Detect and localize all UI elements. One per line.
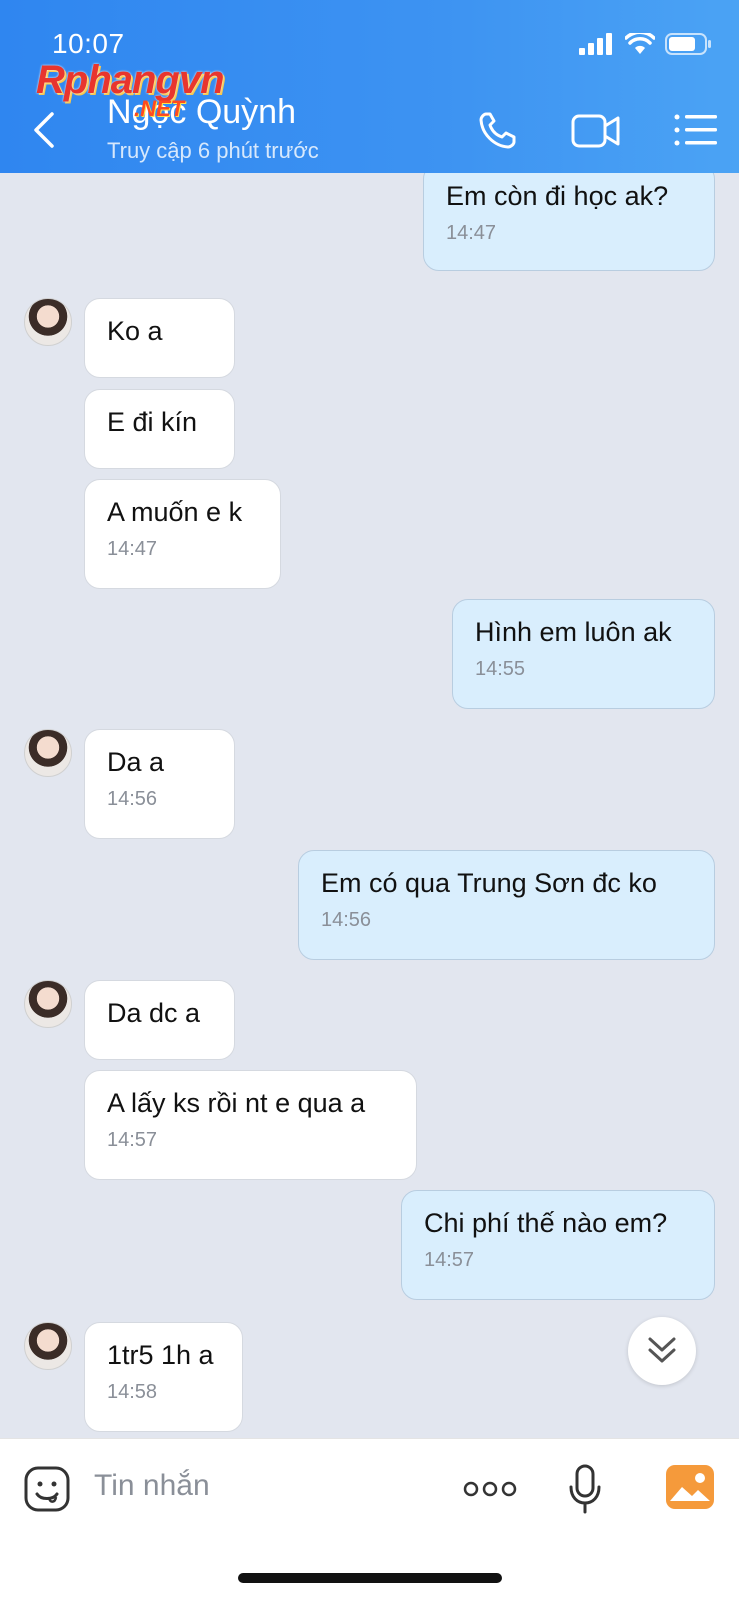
watermark-logo: Rphangvn <box>36 58 225 102</box>
message-text: A muốn e k <box>107 497 243 527</box>
message-text: Chi phí thế nào em? <box>424 1208 668 1238</box>
photo-gallery-icon[interactable] <box>664 1463 716 1511</box>
message-bubble-incoming[interactable]: E đi kín <box>84 389 235 469</box>
menu-list-icon[interactable] <box>672 108 720 152</box>
message-time: 14:55 <box>475 658 526 680</box>
chat-header: 10:07 Ngọc Quỳnh Truy cập 6 phút trước R… <box>0 0 739 173</box>
cellular-signal-icon <box>579 33 612 55</box>
contact-avatar[interactable] <box>24 980 72 1028</box>
message-text: Da dc a <box>107 998 201 1028</box>
battery-icon <box>665 33 711 55</box>
message-bubble-incoming[interactable]: Da a 14:56 <box>84 729 235 839</box>
message-bubble-incoming[interactable]: Da dc a <box>84 980 235 1060</box>
watermark-logo-suffix: .NET <box>134 96 185 121</box>
message-time: 14:57 <box>424 1249 475 1271</box>
message-bubble-outgoing[interactable]: Em có qua Trung Sơn đc ko 14:56 <box>298 850 715 960</box>
message-bubble-incoming[interactable]: A lấy ks rồi nt e qua a 14:57 <box>84 1070 417 1180</box>
message-text: Da a <box>107 747 165 777</box>
message-bubble-incoming[interactable]: 1tr5 1h a 14:58 <box>84 1322 243 1432</box>
message-time: 14:56 <box>107 788 158 810</box>
status-icons <box>579 32 713 56</box>
microphone-icon[interactable] <box>567 1463 603 1515</box>
scroll-to-bottom-button[interactable] <box>628 1317 696 1385</box>
double-chevron-down-icon <box>648 1337 676 1363</box>
message-time: 14:47 <box>446 222 497 244</box>
more-options-icon[interactable] <box>462 1477 518 1501</box>
message-time: 14:47 <box>107 538 158 560</box>
message-text: Ko a <box>107 316 163 346</box>
message-time: 14:58 <box>107 1381 158 1403</box>
message-text: E đi kín <box>107 407 198 437</box>
emoji-sticker-icon[interactable] <box>23 1465 71 1513</box>
phone-call-icon[interactable] <box>474 108 522 152</box>
video-call-icon[interactable] <box>570 108 622 152</box>
contact-avatar[interactable] <box>24 1322 72 1370</box>
message-bubble-outgoing[interactable]: Hình em luôn ak 14:55 <box>452 599 715 709</box>
contact-avatar[interactable] <box>24 729 72 777</box>
message-bubble-outgoing[interactable]: Chi phí thế nào em? 14:57 <box>401 1190 715 1300</box>
message-text: Hình em luôn ak <box>475 617 672 647</box>
status-time: 10:07 <box>52 28 125 59</box>
message-time: 14:56 <box>321 909 372 931</box>
message-bubble-outgoing[interactable]: Em còn đi học ak? 14:47 <box>423 173 715 271</box>
message-text: A lấy ks rồi nt e qua a <box>107 1088 366 1118</box>
back-arrow-icon[interactable] <box>28 110 64 150</box>
message-list[interactable]: Em còn đi học ak? 14:47 Ko a E đi kín A … <box>0 173 739 1438</box>
message-input[interactable]: Tin nhắn <box>94 1469 210 1503</box>
message-text: 1tr5 1h a <box>107 1340 214 1370</box>
home-indicator <box>238 1573 502 1583</box>
message-bubble-incoming[interactable]: A muốn e k 14:47 <box>84 479 281 589</box>
contact-last-seen: Truy cập 6 phút trước <box>107 138 319 163</box>
message-bubble-incoming[interactable]: Ko a <box>84 298 235 378</box>
wifi-icon <box>625 33 655 54</box>
contact-avatar[interactable] <box>24 298 72 346</box>
message-text: Em có qua Trung Sơn đc ko <box>321 868 657 898</box>
message-time: 14:57 <box>107 1129 158 1151</box>
message-text: Em còn đi học ak? <box>446 181 669 211</box>
